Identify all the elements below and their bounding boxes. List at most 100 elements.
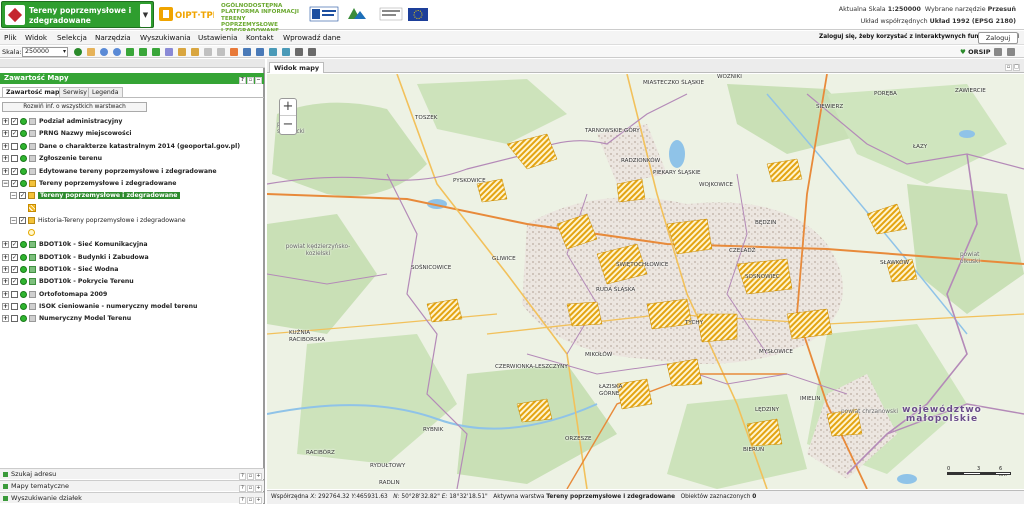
tab-serwisy[interactable]: Serwisy [59,87,91,97]
expand-plus-icon[interactable]: + [2,253,9,261]
menu-ustawienia[interactable]: Ustawienia [198,33,237,42]
menu-wprowadz-dane[interactable]: Wprowadź dane [283,33,341,42]
layer-checkbox[interactable]: ✓ [11,277,18,285]
layer-row[interactable]: + Ortofotomapa 2009 [2,290,107,300]
layer-checkbox[interactable] [11,290,18,298]
sublayer-row[interactable]: − ✓ Historia-Tereny poprzemysłowe i zdegra… [10,216,186,226]
scale-select[interactable]: 250000 [22,47,68,57]
info-icon[interactable] [74,48,82,56]
expand-plus-icon[interactable]: + [2,302,9,310]
edit-pencil-icon[interactable] [230,48,238,56]
print-icon[interactable] [243,48,251,56]
next-extent-icon[interactable] [152,48,160,56]
restore-icon[interactable]: ▫ [1005,64,1012,71]
layer-checkbox[interactable]: ✓ [11,167,18,175]
expand-icon[interactable]: + [255,485,262,492]
help-icon[interactable] [308,48,316,56]
maximize-icon[interactable]: □ [1013,64,1020,71]
layer-row[interactable]: + ✓ Podział administracyjny [2,117,122,127]
save-icon[interactable] [256,48,264,56]
layer-checkbox[interactable] [11,314,18,322]
expand-plus-icon[interactable]: + [2,129,9,137]
layer-row[interactable]: + Dane o charakterze katastralnym 2014 (g… [2,142,240,152]
layer-row[interactable]: + ✓ Edytowane tereny poprzemysłowe i zdegr… [2,167,217,177]
link-icon[interactable] [269,48,277,56]
expand-plus-icon[interactable]: + [2,167,9,175]
layer-row[interactable]: + Zgłoszenie terenu [2,154,102,164]
export-icon[interactable] [282,48,290,56]
menu-plik[interactable]: Plik [4,33,17,42]
measure-area-icon[interactable] [191,48,199,56]
collapse-minus-icon[interactable]: − [10,191,17,199]
layer-row[interactable]: + ✓ BDOT10k - Sieć Komunikacyjna [2,240,148,250]
menu-selekcja[interactable]: Selekcja [57,33,87,42]
help-icon[interactable]: ? [239,485,246,492]
minimize-icon[interactable]: − [255,77,262,84]
layer-checkbox[interactable]: ✓ [11,253,18,261]
collapse-minus-icon[interactable]: − [2,179,9,187]
layer-checkbox[interactable] [11,302,18,310]
login-button[interactable]: Zaloguj [978,32,1018,44]
restore-icon[interactable]: ▫ [247,473,254,480]
help-icon[interactable]: ? [239,497,246,504]
layer-checkbox[interactable] [11,142,18,150]
layer-row[interactable]: + ✓ BDOT10k - Budynki i Zabudowa [2,253,149,263]
parcel-search-section[interactable]: Wyszukiwanie działek? ▫ + [0,492,264,504]
layer-checkbox[interactable] [11,154,18,162]
orsip-link[interactable]: ORSIP [960,48,990,56]
layer-row[interactable]: + ✓ BDOT10k - Pokrycie Terenu [2,277,134,287]
help-icon[interactable]: ? [239,77,246,84]
pan-hand-icon[interactable] [87,48,95,56]
clear-selection-icon[interactable] [217,48,225,56]
collapse-minus-icon[interactable]: − [10,216,17,224]
sublayer-row[interactable]: − ✓ Tereny poprzemysłowe i zdegradowane [10,191,180,201]
select-icon[interactable] [204,48,212,56]
expand-plus-icon[interactable]: + [2,265,9,273]
thematic-maps-section[interactable]: Mapy tematyczne? ▫ + [0,480,264,492]
expand-plus-icon[interactable]: + [2,277,9,285]
layers-icon[interactable] [295,48,303,56]
expand-plus-icon[interactable]: + [2,314,9,322]
layer-checkbox[interactable]: ✓ [11,179,18,187]
expand-plus-icon[interactable]: + [2,142,9,150]
zoom-box-icon[interactable] [165,48,173,56]
expand-icon[interactable]: + [255,497,262,504]
menu-widok[interactable]: Widok [25,33,47,42]
tab-legenda[interactable]: Legenda [88,87,123,97]
measure-distance-icon[interactable] [178,48,186,56]
restore-icon[interactable]: ▫ [247,485,254,492]
help-icon[interactable]: ? [239,473,246,480]
layer-checkbox[interactable]: ✓ [11,129,18,137]
zoom-in-button[interactable]: + [280,99,296,116]
map-canvas[interactable]: MIASTECZKO ŚLĄSKIE WOŹNIKI PORĘBA ZAWIER… [267,74,1024,489]
app-selector[interactable]: Tereny poprzemysłowe i zdegradowane ▼ [1,1,154,28]
previous-extent-icon[interactable] [139,48,147,56]
full-extent-icon[interactable] [126,48,134,56]
expand-plus-icon[interactable]: + [2,240,9,248]
expand-plus-icon[interactable]: + [2,290,9,298]
menu-wyszukiwania[interactable]: Wyszukiwania [140,33,191,42]
search-address-section[interactable]: Szukaj adresu? ▫ + [0,468,264,480]
layer-checkbox[interactable]: ✓ [11,240,18,248]
layer-checkbox[interactable]: ✓ [19,216,26,224]
layer-row[interactable]: + ✓ PRNG Nazwy miejscowości [2,129,132,139]
chevron-down-icon[interactable]: ▼ [140,4,151,27]
layer-row[interactable]: − ✓ Tereny poprzemysłowe i zdegradowane [2,179,177,189]
layer-checkbox[interactable]: ✓ [11,117,18,125]
expand-plus-icon[interactable]: + [2,117,9,125]
zoom-in-icon[interactable] [100,48,108,56]
menu-kontakt[interactable]: Kontakt [246,33,274,42]
menu-narzedzia[interactable]: Narzędzia [95,33,131,42]
settings-icon[interactable] [994,48,1002,56]
restore-icon[interactable]: ▫ [247,497,254,504]
expand-icon[interactable]: + [255,473,262,480]
fullscreen-icon[interactable] [1007,48,1015,56]
expand-plus-icon[interactable]: + [2,154,9,162]
layer-row[interactable]: + Numeryczny Model Terenu [2,314,131,324]
zoom-out-icon[interactable] [113,48,121,56]
layer-checkbox[interactable]: ✓ [11,265,18,273]
tab-zawartosc-mapy[interactable]: Zawartość mapy [2,87,68,97]
tab-map-view[interactable]: Widok mapy [269,62,325,73]
layer-row[interactable]: + ISOK cieniowanie - numeryczny model ter… [2,302,197,312]
restore-icon[interactable]: ▫ [247,77,254,84]
